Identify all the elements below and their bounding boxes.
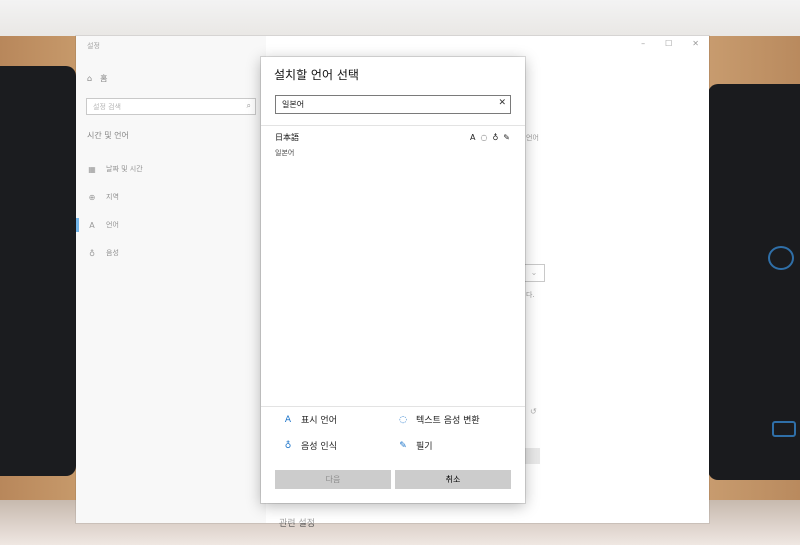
- legend-text-to-speech: ◌ 텍스트 음성 변환: [398, 413, 480, 427]
- text-to-speech-icon: ◌: [399, 414, 407, 425]
- display-language-icon: A: [469, 133, 476, 142]
- next-button[interactable]: 다음: [275, 470, 391, 489]
- clear-search-button[interactable]: ✕: [498, 98, 506, 108]
- language-feature-icons: A ◌ ♁ ✎: [470, 133, 510, 142]
- legend-label: 음성 인식: [301, 442, 337, 452]
- background-wall: [0, 0, 800, 40]
- speech-recognition-icon: ♁: [492, 133, 499, 142]
- divider: [261, 125, 525, 126]
- language-search-input[interactable]: 일본어 ✕: [275, 95, 511, 114]
- legend-handwriting: ✎ 필기: [398, 439, 433, 453]
- alarm-clock-icon: [768, 246, 794, 270]
- background-screen-left: [0, 66, 76, 476]
- handwriting-icon: ✎: [503, 133, 510, 142]
- display-language-icon: A: [284, 414, 292, 425]
- cancel-button[interactable]: 취소: [395, 470, 511, 489]
- language-result-item[interactable]: 日本語 일본어 A ◌ ♁ ✎: [275, 131, 515, 163]
- text-to-speech-icon: ◌: [480, 133, 488, 142]
- legend-label: 필기: [416, 442, 433, 452]
- legend-speech-recognition: ♁ 음성 인식: [283, 439, 337, 453]
- divider: [261, 406, 525, 407]
- language-picker-dialog: 설치할 언어 선택 일본어 ✕ 日本語 일본어 A ◌ ♁ ✎ A 표시 언어 …: [261, 57, 525, 503]
- dialog-title: 설치할 언어 선택: [274, 68, 359, 82]
- legend-label: 텍스트 음성 변환: [416, 416, 480, 426]
- language-search-value: 일본어: [282, 100, 305, 109]
- language-localized-name: 일본어: [275, 149, 295, 157]
- legend-label: 표시 언어: [301, 416, 337, 426]
- background-screen-right: [708, 84, 800, 480]
- language-native-name: 日本語: [275, 133, 299, 142]
- speech-recognition-icon: ♁: [284, 440, 292, 451]
- legend-display-language: A 표시 언어: [283, 413, 337, 427]
- battery-icon: [772, 421, 796, 437]
- handwriting-icon: ✎: [399, 440, 407, 451]
